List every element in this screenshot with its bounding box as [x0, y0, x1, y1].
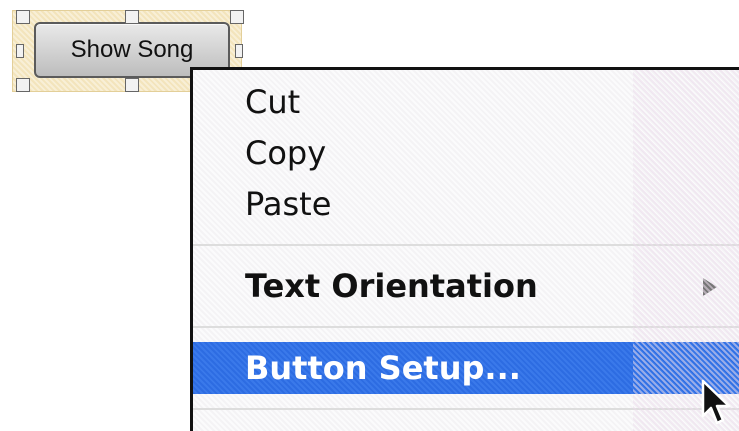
menu-item-copy[interactable]: Copy: [193, 127, 739, 179]
resize-handle-left[interactable]: [16, 44, 24, 58]
menu-item-button-setup[interactable]: Button Setup...: [193, 342, 739, 394]
menu-item-label: Text Orientation: [245, 267, 538, 305]
menu-separator: [193, 408, 739, 410]
resize-handle-bottom-left[interactable]: [16, 78, 30, 92]
context-menu: Cut Copy Paste Text Orientation Button S…: [190, 67, 739, 431]
menu-separator: [193, 244, 739, 246]
resize-handle-top[interactable]: [125, 10, 139, 24]
menu-separator: [193, 326, 739, 328]
arrow-cursor-icon: [701, 379, 731, 425]
resize-handle-right[interactable]: [235, 44, 243, 58]
menu-item-text-orientation[interactable]: Text Orientation: [193, 260, 739, 312]
menu-item-cut[interactable]: Cut: [193, 76, 739, 128]
resize-handle-top-right[interactable]: [230, 10, 244, 24]
menu-item-paste[interactable]: Paste: [193, 178, 739, 230]
resize-handle-top-left[interactable]: [16, 10, 30, 24]
resize-handle-bottom[interactable]: [125, 78, 139, 92]
chevron-right-icon: [703, 278, 717, 296]
